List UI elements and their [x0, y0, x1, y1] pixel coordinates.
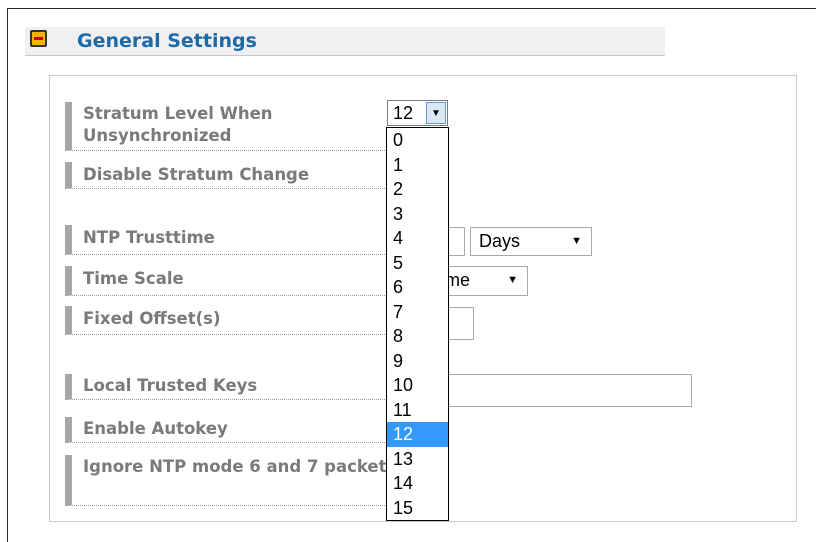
dropdown-option-selected[interactable]: 12 — [387, 422, 448, 447]
dropdown-option[interactable]: 3 — [387, 202, 448, 227]
dropdown-option[interactable]: 8 — [387, 324, 448, 349]
disable-stratum-change-label: Disable Stratum Change — [65, 162, 397, 189]
time-scale-label: Time Scale — [65, 266, 397, 296]
enable-autokey-label: Enable Autokey — [65, 417, 397, 443]
chevron-down-icon[interactable]: ▼ — [426, 102, 446, 124]
ntp-trusttime-label: NTP Trusttime — [65, 225, 397, 255]
stratum-dropdown-list: 0 1 2 3 4 5 6 7 8 9 10 11 12 13 14 15 — [386, 127, 449, 521]
dropdown-option[interactable]: 13 — [387, 447, 448, 472]
chevron-down-icon: ▼ — [571, 235, 582, 247]
time-scale-select[interactable]: ime ▼ — [440, 266, 528, 296]
local-trusted-keys-input[interactable] — [445, 374, 692, 407]
dropdown-option[interactable]: 4 — [387, 226, 448, 251]
dropdown-option[interactable]: 5 — [387, 251, 448, 276]
dropdown-option[interactable]: 7 — [387, 300, 448, 325]
dropdown-option[interactable]: 9 — [387, 349, 448, 374]
ignore-ntp-mode-label: Ignore NTP mode 6 and 7 packets — [65, 455, 397, 506]
chevron-down-icon: ▼ — [507, 274, 518, 286]
fixed-offset-input[interactable] — [445, 307, 474, 340]
local-trusted-keys-label: Local Trusted Keys — [65, 374, 397, 400]
stratum-level-value: 12 — [393, 103, 414, 123]
dropdown-option[interactable]: 11 — [387, 398, 448, 423]
trusttime-unit-select[interactable]: Days ▼ — [470, 227, 592, 256]
stratum-level-label: Stratum Level When Unsynchronized — [65, 102, 397, 151]
dropdown-option[interactable]: 14 — [387, 471, 448, 496]
fixed-offset-label: Fixed Offset(s) — [65, 306, 397, 335]
dropdown-option[interactable]: 2 — [387, 177, 448, 202]
section-title: General Settings — [77, 30, 257, 52]
dropdown-option[interactable]: 0 — [387, 128, 448, 153]
collapse-icon[interactable] — [30, 30, 47, 47]
trusttime-unit-value: Days — [479, 231, 521, 251]
dropdown-option[interactable]: 1 — [387, 153, 448, 178]
dropdown-option[interactable]: 6 — [387, 275, 448, 300]
stratum-level-select[interactable]: 12 ▼ — [387, 100, 448, 126]
dropdown-option[interactable]: 10 — [387, 373, 448, 398]
dropdown-option[interactable]: 15 — [387, 496, 448, 521]
